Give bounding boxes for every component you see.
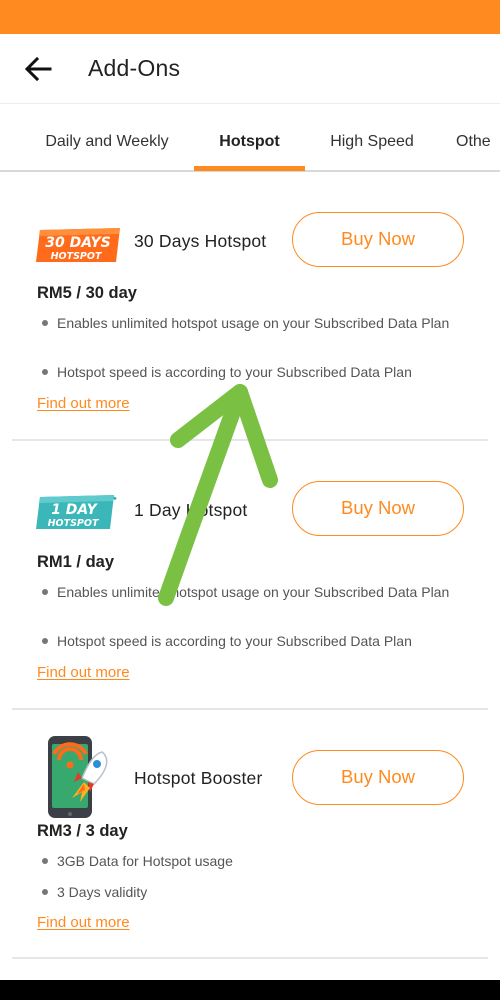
status-bar [0,0,500,34]
app-bar: Add-Ons [0,34,500,104]
tab-hotspot[interactable]: Hotspot [194,104,305,170]
tab-bar: Daily and Weekly Hotspot High Speed Othe [0,104,500,172]
hotspot-booster-logo [44,732,116,822]
plan-name: 1 Day Hotspot [134,500,248,520]
plan-feature: Enables unlimited hotspot usage on your … [57,584,450,600]
tab-high-speed[interactable]: High Speed [320,104,424,170]
plan-name: 30 Days Hotspot [134,231,267,251]
plan-price: RM3 / 3 day [37,822,128,840]
find-out-more-link[interactable]: Find out more [37,914,130,931]
bullet-dot [42,638,48,644]
tab-others[interactable]: Othe [456,104,500,170]
active-tab-indicator [194,166,305,171]
find-out-more-link[interactable]: Find out more [37,664,130,681]
plan-price: RM5 / 30 day [37,284,137,302]
back-button[interactable] [22,54,54,84]
buy-now-button[interactable]: Buy Now [292,481,464,536]
svg-text:HOTSPOT: HOTSPOT [51,251,103,262]
plan-name: Hotspot Booster [134,768,263,788]
buy-now-button[interactable]: Buy Now [292,750,464,805]
tab-daily-weekly[interactable]: Daily and Weekly [36,104,178,170]
buy-now-button[interactable]: Buy Now [292,212,464,267]
plan-feature: Hotspot speed is according to your Subsc… [57,633,412,649]
plan-price: RM1 / day [37,553,115,571]
page-title: Add-Ons [88,55,181,81]
bullet-dot [42,369,48,375]
plan-card-booster: Hotspot Booster Buy Now RM3 / 3 day 3GB … [0,710,500,960]
30-days-hotspot-logo: 30 DAYS HOTSPOT [36,216,122,264]
plan-card-1-day: 1 DAY HOTSPOT 1 Day Hotspot Buy Now RM1 … [0,441,500,709]
svg-text:HOTSPOT: HOTSPOT [48,518,100,529]
1-day-hotspot-logo: 1 DAY HOTSPOT [36,483,122,531]
svg-text:1 DAY: 1 DAY [51,502,98,518]
back-arrow-icon [24,56,52,82]
plan-feature: Enables unlimited hotspot usage on your … [57,315,450,331]
bullet-dot [42,858,48,864]
find-out-more-link[interactable]: Find out more [37,395,130,412]
system-nav-bar [0,980,500,1000]
plan-feature: 3GB Data for Hotspot usage [57,853,233,869]
bullet-dot [42,889,48,895]
svg-text:30 DAYS: 30 DAYS [45,235,110,251]
divider [12,957,488,959]
bullet-dot [42,589,48,595]
plan-card-30-days: 30 DAYS HOTSPOT 30 Days Hotspot Buy Now … [0,172,500,440]
bullet-dot [42,320,48,326]
plan-feature: 3 Days validity [57,884,148,900]
plan-feature: Hotspot speed is according to your Subsc… [57,364,412,380]
